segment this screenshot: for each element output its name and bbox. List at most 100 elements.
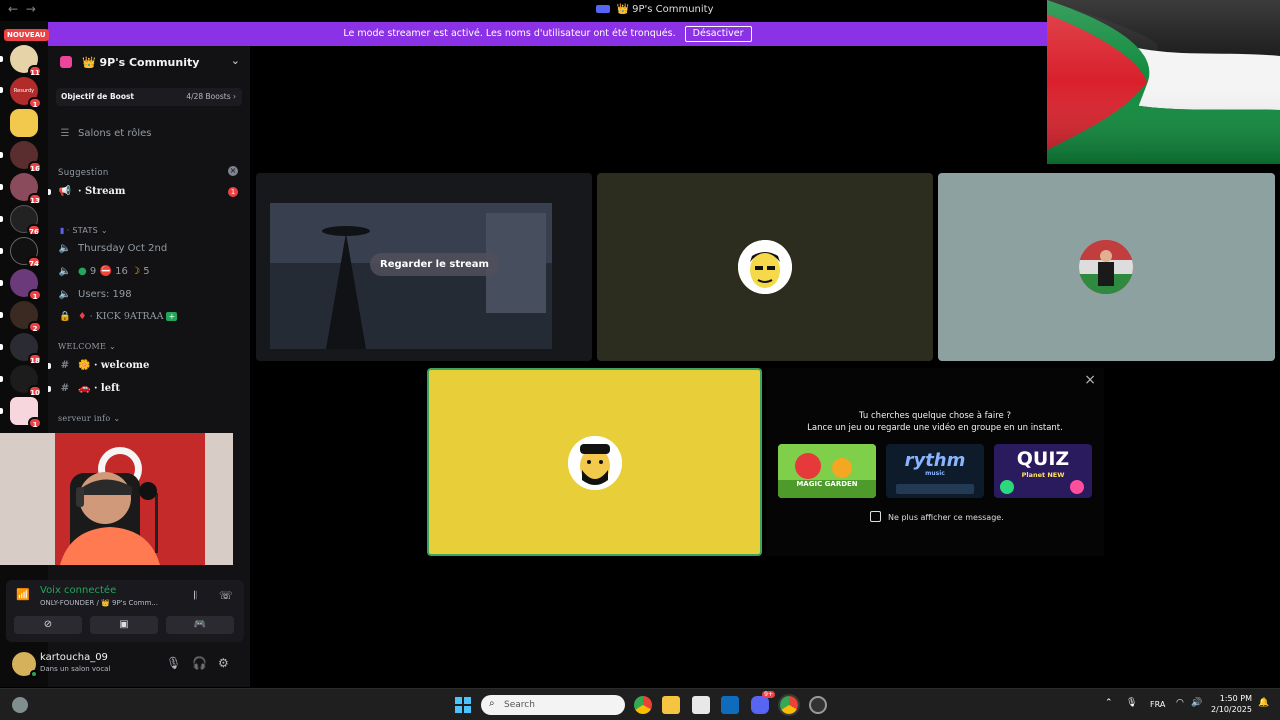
activity-magic-garden[interactable]: MAGIC GARDEN (778, 444, 876, 498)
stream-tile[interactable]: Regarder le stream (256, 173, 592, 361)
game-title: MAGIC GARDEN (796, 480, 858, 488)
headphones-icon[interactable]: 🎧 (192, 656, 207, 670)
participant-tile[interactable] (938, 173, 1275, 361)
unread-indicator (0, 184, 3, 190)
obs-icon[interactable] (809, 696, 827, 714)
lock-icon: 🔒 (59, 311, 71, 322)
clock-time: 1:50 PM (1219, 694, 1252, 703)
boost-goal-bar[interactable]: Objectif de Boost 4/28 Boosts › (56, 88, 242, 106)
taskbar-clock[interactable]: 1:50 PM 2/10/2025 (1208, 693, 1252, 715)
chrome-icon[interactable] (634, 696, 652, 714)
watch-stream-button[interactable]: Regarder le stream (370, 253, 499, 276)
clock-date: 2/10/2025 (1210, 705, 1252, 714)
gear-icon[interactable]: ⚙ (218, 656, 229, 670)
search-icon: ⌕ (489, 698, 495, 709)
outlook-icon[interactable] (721, 696, 739, 714)
voice-status[interactable]: Voix connectée (40, 585, 116, 596)
unread-indicator (48, 189, 51, 195)
server-icon[interactable]: 18 (10, 333, 42, 365)
microphone-tray-icon[interactable]: 🎙 (1126, 698, 1137, 708)
chrome-active-icon[interactable] (778, 694, 800, 716)
boost-goal-label: Objectif de Boost (61, 92, 135, 101)
mention-count: 74 (27, 256, 41, 268)
game-title: QUIZ (1016, 448, 1070, 470)
server-badge-icon (596, 5, 611, 13)
camera-off-button[interactable]: ⊘ (14, 616, 82, 634)
mention-count: 16 (28, 161, 42, 173)
server-icon[interactable]: 76 (10, 205, 41, 236)
server-home-icon (60, 56, 72, 68)
soundboard-icon[interactable]: 𝄃 (194, 589, 196, 603)
channel-date[interactable]: 🔈 Thursday Oct 2nd (58, 243, 240, 254)
welcome-category[interactable]: WELCOME ⌄ (58, 342, 116, 351)
game-subtitle: Planet NEW (1021, 471, 1065, 479)
speaking-participant-tile[interactable] (427, 368, 762, 556)
avatar (1079, 240, 1133, 294)
notification-bell-icon[interactable]: 🔔 (1258, 698, 1269, 708)
widgets-icon[interactable] (12, 697, 28, 713)
participant-tile[interactable] (597, 173, 933, 361)
mention-count: 11 (28, 65, 42, 77)
discord-icon[interactable]: 9+ (751, 691, 775, 714)
window-title: 👑 9P's Community (616, 4, 714, 15)
camera-off-icon: ⊘ (43, 619, 53, 630)
chevron-down-icon[interactable]: ⌄ (231, 54, 240, 67)
mention-count: 13 (28, 193, 42, 205)
unread-indicator (0, 87, 3, 93)
screen-share-button[interactable]: ▣ (90, 616, 158, 634)
taskbar-search[interactable]: ⌕ Search (481, 695, 625, 715)
server-icon[interactable]: Resurdy 1 (10, 77, 42, 109)
server-icon[interactable]: 74 (10, 237, 41, 268)
store-icon[interactable] (692, 696, 710, 714)
hash-icon: # (60, 360, 70, 371)
channel-stream[interactable]: 📢 · Stream (58, 186, 240, 197)
server-icon[interactable]: 1 (10, 269, 42, 301)
planet-icon (1070, 480, 1084, 494)
player-preview (896, 484, 974, 494)
server-icon[interactable]: 16 (10, 141, 42, 173)
activity-quiz-planet[interactable]: QUIZ Planet NEW (994, 444, 1092, 498)
language-indicator[interactable]: FRA (1150, 700, 1165, 709)
server-icon[interactable]: 11 (10, 45, 42, 77)
microphone-icon[interactable]: 🎙 (166, 656, 181, 670)
dont-show-again[interactable]: Ne plus afficher ce message. (870, 511, 1004, 522)
activity-rythm[interactable]: rythm music (886, 444, 984, 498)
signal-icon[interactable]: 📶 (16, 588, 30, 601)
channel-status-counts[interactable]: 🔈 ● 9 ⛔ 16 ☽ 5 (58, 266, 240, 277)
channel-welcome[interactable]: # 🌼 · welcome (58, 360, 240, 371)
checkbox[interactable] (870, 511, 881, 522)
server-icon[interactable]: 13 (10, 173, 42, 205)
welcome-emoji-icon: 🌼 (78, 360, 91, 371)
wifi-icon[interactable]: ◠ (1176, 698, 1184, 708)
server-icon[interactable]: 1 (10, 397, 42, 429)
username[interactable]: kartoucha_09 (40, 652, 108, 663)
dnd-count: 16 (115, 266, 128, 277)
file-explorer-icon[interactable] (662, 696, 680, 714)
server-icon[interactable]: 10 (10, 365, 42, 397)
mention-count: 18 (28, 353, 42, 365)
disconnect-icon[interactable]: ☏ (219, 589, 233, 602)
stats-category-label: · STATS (66, 226, 99, 235)
info-category[interactable]: serveur info ⌄ (58, 414, 120, 423)
close-icon[interactable]: × (228, 166, 238, 176)
windows-start-icon[interactable] (455, 697, 471, 713)
chevron-up-icon[interactable]: ⌃ (1105, 698, 1113, 708)
activity-prompt-line2: Lance un jeu ou regarde une vidéo en gro… (807, 423, 1063, 433)
unread-indicator (0, 344, 3, 350)
channels-and-roles[interactable]: ☰ Salons et rôles (58, 128, 240, 139)
activity-button[interactable]: 🎮 (166, 616, 234, 634)
new-badge: NOUVEAU (4, 29, 49, 41)
server-header[interactable]: 👑 9P's Community (60, 56, 199, 69)
stats-category[interactable]: ▮ · STATS ⌄ (60, 226, 108, 235)
server-icon[interactable]: 2 (10, 301, 42, 333)
channel-kick[interactable]: 🔒 ♦ · KICK 9ATRAA + (58, 311, 240, 322)
channel-users[interactable]: 🔈 Users: 198 (58, 289, 240, 300)
voice-channel[interactable]: ONLY-FOUNDER / 👑 9P's Comm... (40, 599, 158, 607)
server-icon[interactable] (10, 109, 38, 137)
users-label: Users: 198 (78, 289, 132, 300)
channel-left[interactable]: # 🚗 · left (58, 383, 240, 394)
volume-icon[interactable]: 🔊 (1191, 698, 1202, 708)
disable-streamer-mode-button[interactable]: Désactiver (684, 26, 752, 42)
activity-prompt: Tu cherches quelque chose à faire ? Lanc… (766, 410, 1104, 434)
close-icon[interactable]: × (1084, 372, 1096, 388)
